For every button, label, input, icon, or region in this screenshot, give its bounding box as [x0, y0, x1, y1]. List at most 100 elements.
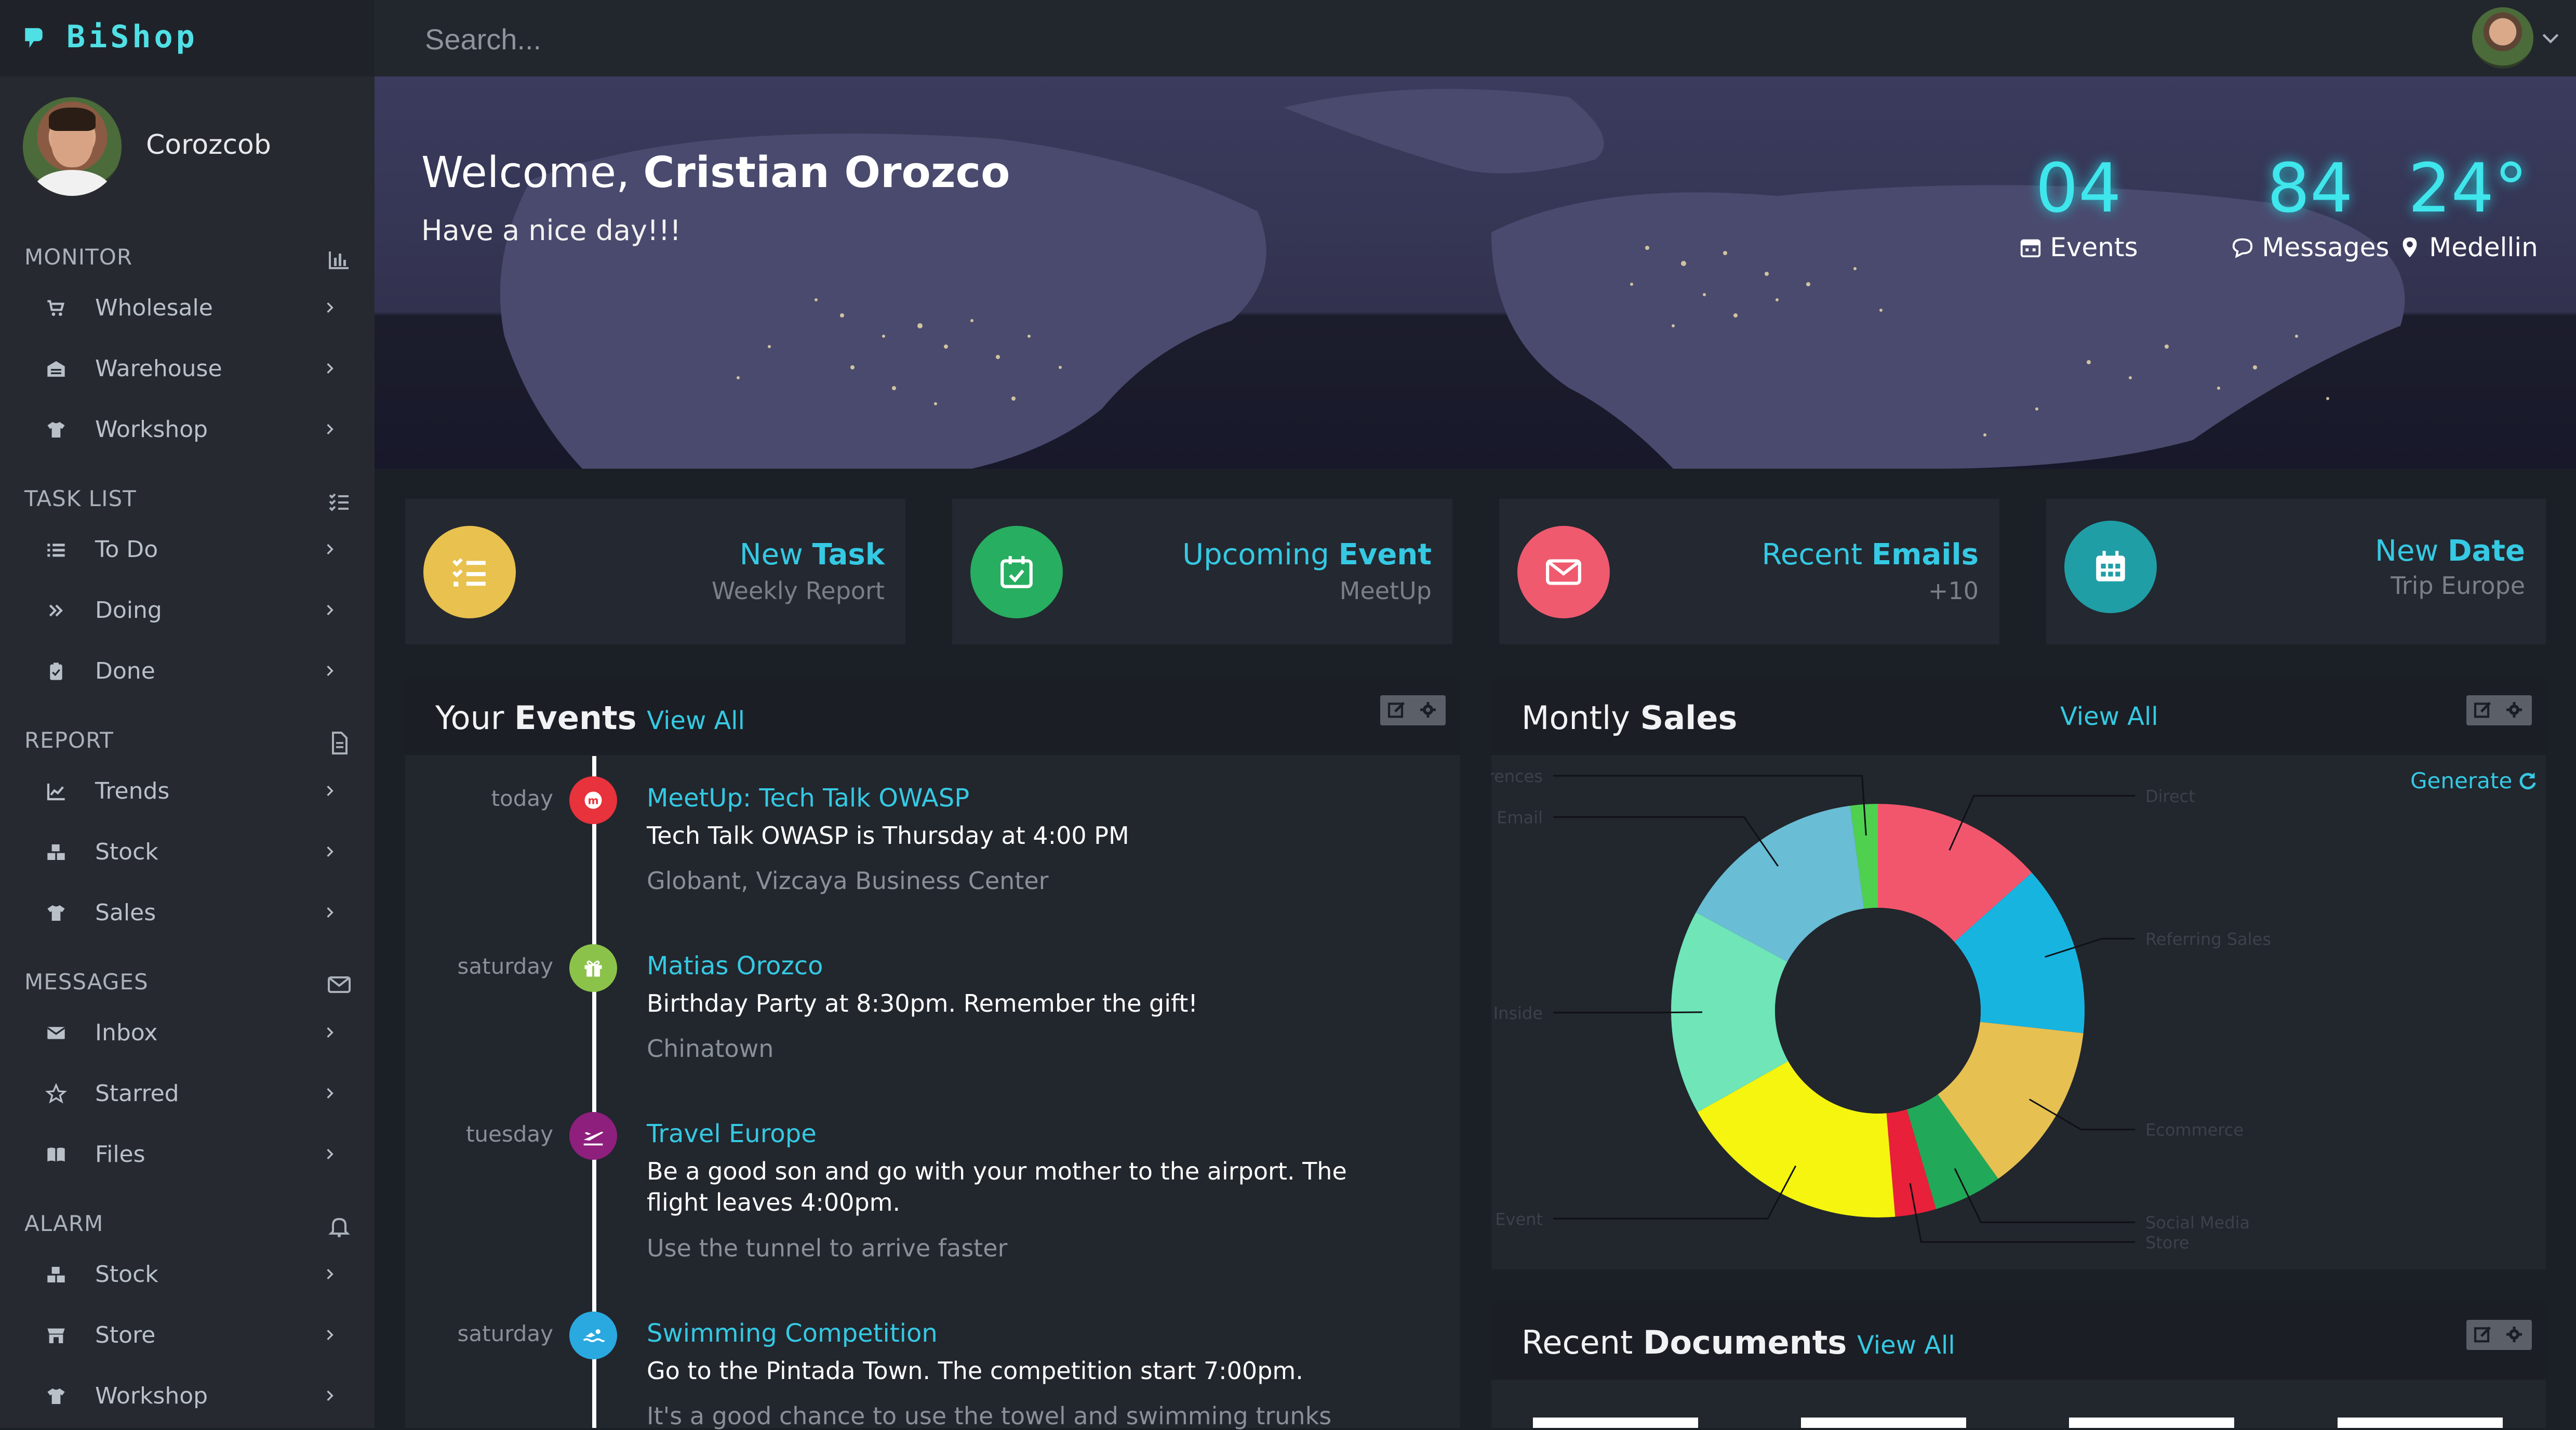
sidebar-item-done[interactable]: Done	[0, 645, 375, 697]
section-alarm: ALARM	[24, 1211, 352, 1242]
documents-panel: Recent Documents View All	[1491, 1302, 2546, 1428]
user-name[interactable]: Corozcob	[146, 129, 271, 161]
shirt-icon	[47, 1388, 65, 1404]
chevron-right-icon	[327, 1088, 333, 1098]
event-title[interactable]: Matias Orozco	[647, 951, 823, 981]
donut-label: Store	[2145, 1233, 2190, 1252]
sidebar-item-files[interactable]: Files	[0, 1129, 375, 1181]
stat-events[interactable]: 04 Events	[1969, 149, 2187, 262]
chevron-right-icon	[327, 1027, 333, 1038]
donut-label: Direct	[2145, 786, 2195, 806]
sidebar-item-label: Workshop	[95, 416, 208, 443]
event-day: today	[491, 786, 553, 811]
sidebar-item-label: Store	[95, 1322, 156, 1348]
calendar-check-icon	[1000, 556, 1033, 588]
sidebar-item-sales[interactable]: Sales	[0, 887, 375, 939]
card-new-task[interactable]: New Task Weekly Report	[405, 499, 905, 644]
sidebar-item-label: Stock	[95, 839, 158, 865]
gear-icon[interactable]	[1418, 699, 1438, 720]
envelope-icon	[47, 1027, 65, 1039]
sidebar-item-warehouse[interactable]: Warehouse	[0, 343, 375, 395]
event-title[interactable]: Swimming Competition	[647, 1319, 938, 1348]
logo-icon	[25, 28, 43, 48]
sidebar-item-alarm-workshop[interactable]: Workshop	[0, 1370, 375, 1422]
top-bar	[375, 0, 2576, 76]
chevron-down-icon[interactable]	[2542, 33, 2559, 45]
event-title[interactable]: MeetUp: Tech Talk OWASP	[647, 784, 969, 813]
donut-label: Inside	[1493, 1003, 1543, 1023]
sidebar-item-trends[interactable]: Trends	[0, 765, 375, 817]
card-recent-emails[interactable]: Recent Emails +10	[1499, 499, 1999, 644]
shirt-icon	[47, 422, 65, 438]
event-day: tuesday	[465, 1121, 553, 1147]
calendar-icon	[2021, 239, 2041, 258]
bar-chart-icon	[329, 251, 349, 269]
sidebar-item-alarm-stock[interactable]: Stock	[0, 1249, 375, 1301]
chevron-right-icon	[327, 544, 333, 554]
calendar-grid-icon	[2096, 551, 2125, 581]
user-avatar-menu[interactable]	[2472, 7, 2533, 69]
sidebar-item-inbox[interactable]: Inbox	[0, 1007, 375, 1059]
generate-label: Generate	[2410, 768, 2513, 793]
generate-button[interactable]: Generate	[2410, 768, 2538, 793]
sidebar-item-store[interactable]: Store	[0, 1309, 375, 1361]
view-all-link[interactable]: View All	[1857, 1331, 1955, 1360]
card-new-date[interactable]: New Date Trip Europe	[2046, 499, 2546, 644]
panel-tools	[2466, 1320, 2532, 1350]
gear-icon[interactable]	[2504, 1324, 2525, 1345]
sidebar-item-label: Doing	[95, 597, 162, 624]
card-subtitle: Weekly Report	[711, 577, 885, 605]
view-all-link[interactable]: View All	[647, 706, 745, 735]
card-upcoming-event[interactable]: Upcoming Event MeetUp	[952, 499, 1452, 644]
document-thumbnail[interactable]	[1801, 1418, 1966, 1428]
edit-icon[interactable]	[1386, 699, 1407, 720]
event-dot	[569, 944, 617, 992]
welcome-heading: Welcome, Cristian Orozco	[421, 148, 1010, 197]
boxes-icon	[47, 844, 65, 860]
chevron-right-icon	[327, 424, 333, 434]
event-title[interactable]: Travel Europe	[647, 1119, 817, 1148]
card-subtitle: MeetUp	[1339, 577, 1432, 605]
section-title: ALARM	[24, 1211, 104, 1236]
document-thumbnail[interactable]	[2338, 1418, 2503, 1428]
sidebar-item-doing[interactable]: Doing	[0, 585, 375, 637]
event-dot: m	[569, 776, 617, 824]
stat-weather[interactable]: 24° Medellin	[2359, 149, 2576, 262]
sidebar-item-workshop[interactable]: Workshop	[0, 404, 375, 456]
section-report: REPORT	[24, 727, 352, 759]
avatar[interactable]	[23, 97, 122, 196]
tasks-icon	[452, 558, 486, 587]
document-thumbnail[interactable]	[2069, 1418, 2234, 1428]
section-monitor: MONITOR	[24, 244, 352, 275]
sidebar-item-to-do[interactable]: To Do	[0, 524, 375, 576]
welcome-subtitle: Have a nice day!!!	[421, 214, 681, 247]
gear-icon[interactable]	[2504, 699, 2525, 720]
search-input[interactable]	[424, 18, 1361, 60]
line-chart-icon	[47, 784, 65, 801]
sidebar-item-label: Warehouse	[95, 355, 222, 382]
chevron-right-icon	[327, 786, 333, 796]
card-icon-circle	[2064, 521, 2157, 613]
stat-label: Events	[2050, 232, 2138, 262]
sidebar-item-label: Trends	[95, 778, 170, 804]
document-icon	[332, 732, 348, 754]
sidebar-item-starred[interactable]: Starred	[0, 1068, 375, 1120]
view-all-link[interactable]: View All	[2060, 702, 2158, 731]
sidebar-item-stock[interactable]: Stock	[0, 826, 375, 878]
cart-icon	[47, 300, 65, 316]
event-description: Birthday Party at 8:30pm. Remember the g…	[647, 989, 1198, 1017]
document-thumbnail[interactable]	[1533, 1418, 1698, 1428]
sidebar-item-label: To Do	[95, 536, 158, 563]
event-dot	[569, 1312, 617, 1359]
stat-value: 24°	[2408, 149, 2528, 228]
app-name[interactable]: BiShop	[66, 19, 198, 55]
event-location: It's a good chance to use the towel and …	[647, 1402, 1332, 1430]
stat-value: 04	[2035, 149, 2121, 228]
card-icon-circle	[970, 526, 1063, 618]
sales-donut-chart: Direct Referring Sales Ecommerce Social Med…	[1491, 766, 2270, 1252]
edit-icon[interactable]	[2473, 699, 2493, 720]
edit-icon[interactable]	[2473, 1324, 2493, 1345]
donut-label: Referring Sales	[2145, 929, 2270, 949]
sidebar-item-label: Done	[95, 658, 155, 684]
sidebar-item-wholesale[interactable]: Wholesale	[0, 282, 375, 334]
